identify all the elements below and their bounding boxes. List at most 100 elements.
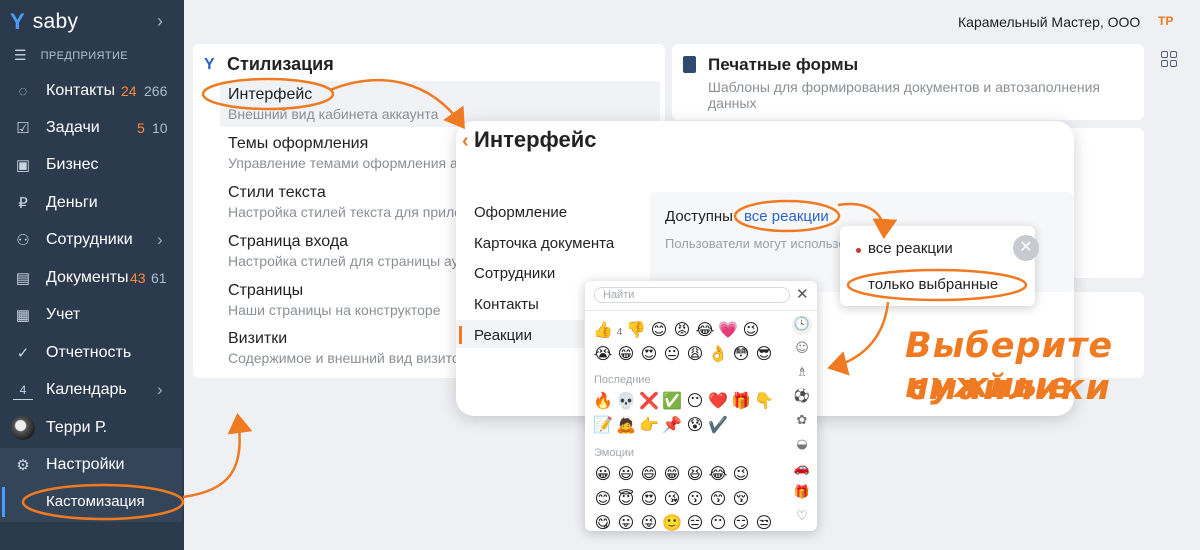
emoji[interactable]: 💗 [717, 320, 740, 339]
saby-logo[interactable]: Y saby [10, 8, 78, 36]
smiley-category-icon[interactable]: ☺ [792, 341, 812, 356]
emoji[interactable]: 😋 [592, 513, 615, 532]
emoji[interactable]: 😜 [638, 513, 661, 532]
objects-category-icon[interactable]: 🎁 [792, 485, 812, 500]
chevron-right-icon[interactable]: › [157, 11, 163, 32]
nav-item-reactions[interactable]: Реакции [474, 327, 532, 344]
accounting-icon: ▦ [15, 307, 31, 324]
emoji[interactable]: 😍 [638, 489, 661, 508]
styling-item-cards[interactable]: Визитки Содержимое и внешний вид визиток [228, 330, 466, 366]
emoji[interactable]: 😩 [684, 344, 707, 363]
emoji[interactable]: 😊 [592, 489, 615, 508]
travel-category-icon[interactable]: 🚗 [792, 461, 812, 476]
emoji[interactable]: 👇 [753, 391, 776, 410]
emoji[interactable]: 😊 [648, 320, 671, 339]
emoji[interactable]: 😁 [615, 344, 638, 363]
emoji[interactable]: 😶 [707, 513, 730, 532]
sidebar-item-reports[interactable]: ✓ Отчетность [0, 335, 184, 371]
option-selected-only[interactable]: только выбранные [868, 276, 998, 293]
sidebar-item-calendar[interactable]: 4 Календарь › [0, 372, 184, 408]
close-icon[interactable]: ✕ [1013, 235, 1039, 261]
recent-category-icon[interactable]: 🕓 [792, 317, 812, 332]
emoji[interactable]: 😶 [684, 391, 707, 410]
emoji[interactable]: 😁 [661, 464, 684, 483]
nav-item-document-card[interactable]: Карточка документа [474, 235, 614, 252]
company-name[interactable]: Карамельный Мастер, ООО [958, 14, 1140, 30]
emoji-row: 👍 4 👎 😊 😡 😂 💗 😉 [592, 320, 763, 339]
avatar[interactable] [11, 416, 35, 440]
emoji[interactable]: ❤️ [707, 391, 730, 410]
print-forms-card[interactable]: Печатные формы Шаблоны для формирования … [672, 44, 1144, 120]
sidebar-item-label: Сотрудники [46, 231, 133, 248]
symbols-category-icon[interactable]: ♡ [792, 509, 812, 524]
sidebar-item-employees[interactable]: ⚇ Сотрудники › [0, 222, 184, 258]
emoji[interactable]: 😭 [592, 344, 615, 363]
emoji[interactable]: 😳 [730, 344, 753, 363]
emoji[interactable]: 😘 [661, 489, 684, 508]
emoji[interactable]: 😙 [707, 489, 730, 508]
emoji[interactable]: 😰 [684, 415, 707, 434]
emoji[interactable]: 📝 [592, 415, 615, 434]
card-title: Печатные формы [708, 55, 859, 74]
food-category-icon[interactable]: ◒ [792, 437, 812, 452]
nature-category-icon[interactable]: ✿ [792, 413, 812, 428]
sidebar-item-money[interactable]: ₽ Деньги [0, 185, 184, 221]
emoji[interactable]: 😄 [638, 464, 661, 483]
styling-item-interface[interactable]: Интерфейс Внешний вид кабинета аккаунта [228, 86, 438, 122]
available-selector[interactable]: все реакции [744, 208, 829, 225]
emoji[interactable]: 😏 [730, 513, 753, 532]
sidebar-item-accounting[interactable]: ▦ Учет [0, 297, 184, 333]
emoji[interactable]: 📌 [661, 415, 684, 434]
people-category-icon[interactable]: ♗ [792, 365, 812, 380]
emoji[interactable]: 🔥 [592, 391, 615, 410]
emoji[interactable]: 😆 [684, 464, 707, 483]
emoji[interactable]: ✔️ [707, 415, 730, 434]
apps-grid-icon[interactable] [1161, 51, 1177, 67]
emoji[interactable]: 🎁 [730, 391, 753, 410]
emoji[interactable]: 😛 [615, 513, 638, 532]
emoji[interactable]: 😇 [615, 489, 638, 508]
emoji-search-input[interactable]: Найти [594, 287, 790, 303]
nav-item-contacts[interactable]: Контакты [474, 296, 539, 313]
emoji[interactable]: 😉 [740, 320, 763, 339]
emoji[interactable]: ✅ [661, 391, 684, 410]
emoji[interactable]: 👌 [707, 344, 730, 363]
emoji[interactable]: 😂 [707, 464, 730, 483]
emoji[interactable]: 😑 [684, 513, 707, 532]
emoji[interactable]: 😡 [671, 320, 694, 339]
emoji[interactable]: 😗 [684, 489, 707, 508]
nav-item-appearance[interactable]: Оформление [474, 204, 567, 221]
sidebar-item-tasks[interactable]: ☑ Задачи 5 10 [0, 110, 184, 146]
tasks-icon: ☑ [16, 120, 30, 137]
user-initials[interactable]: ТР [1158, 14, 1173, 28]
emoji[interactable]: 😚 [730, 489, 753, 508]
close-icon[interactable]: ✕ [796, 285, 809, 303]
emoji[interactable]: 🙂 [661, 513, 684, 532]
emoji[interactable]: 🙇 [615, 415, 638, 434]
emoji[interactable]: 👍 [592, 320, 615, 339]
emoji-row: 🔥 💀 ❌ ✅ 😶 ❤️ 🎁 👇 [592, 391, 776, 410]
sport-category-icon[interactable]: ⚽ [792, 389, 812, 404]
emoji[interactable]: 👉 [638, 415, 661, 434]
option-all-reactions[interactable]: все реакции [868, 240, 953, 257]
sidebar-item-contacts[interactable]: ◌ Контакты 24 266 [0, 73, 184, 109]
emoji[interactable]: 💀 [615, 391, 638, 410]
sidebar-item-settings[interactable]: ⚙ Настройки [0, 447, 184, 483]
sidebar-item-business[interactable]: ▣ Бизнес [0, 147, 184, 183]
sidebar-subitem-customization[interactable]: Кастомизация [46, 493, 145, 510]
sidebar-item-documents[interactable]: ▤ Документы 43 61 [0, 260, 184, 296]
emoji[interactable]: 😎 [753, 344, 776, 363]
emoji[interactable]: 👎 [625, 320, 648, 339]
emoji[interactable]: 😃 [615, 464, 638, 483]
menu-icon[interactable]: ☰ [14, 47, 27, 64]
emoji[interactable]: 😍 [638, 344, 661, 363]
emoji[interactable]: 😐 [661, 344, 684, 363]
emoji[interactable]: 😉 [730, 464, 753, 483]
emoji[interactable]: 😂 [694, 320, 717, 339]
emoji[interactable]: ❌ [638, 391, 661, 410]
styling-item-pages[interactable]: Страницы Наши страницы на конструкторе [228, 282, 441, 318]
emoji[interactable]: 😒 [753, 513, 776, 532]
emoji[interactable]: 😀 [592, 464, 615, 483]
back-arrow-icon[interactable]: ‹ [462, 130, 469, 153]
nav-item-employees[interactable]: Сотрудники [474, 265, 555, 282]
